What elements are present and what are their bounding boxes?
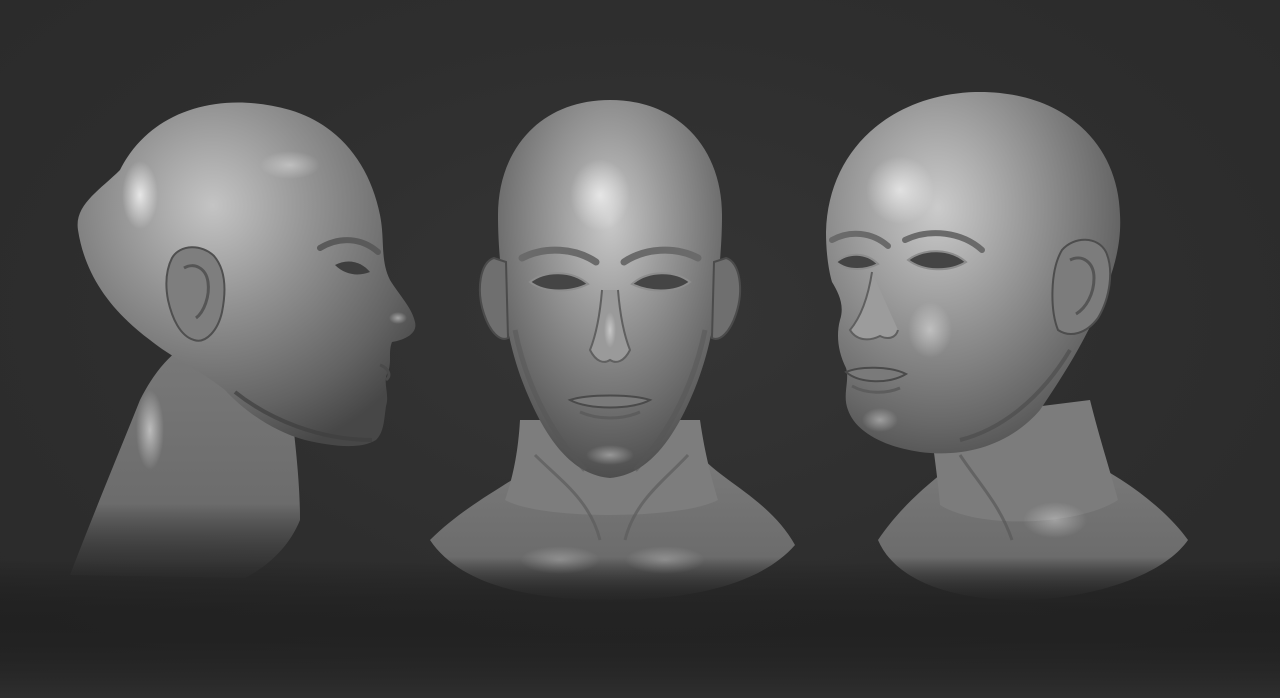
three-quarter-head xyxy=(826,91,1188,600)
sculpt-viewport xyxy=(0,0,1280,698)
front-head xyxy=(430,100,795,600)
side-profile-head xyxy=(70,102,416,578)
bottom-fade xyxy=(0,560,1280,698)
head-sculpt-renders xyxy=(0,91,1280,698)
